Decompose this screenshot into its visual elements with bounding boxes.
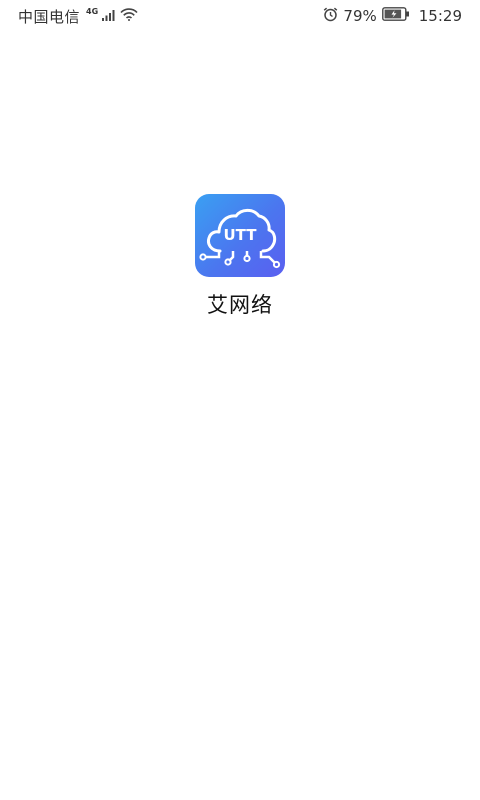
- splash-screen: 中国电信 4G 79% 15:29 UTT 艾网络: [0, 0, 480, 800]
- wifi-icon: [120, 7, 138, 25]
- battery-charging-icon: [381, 7, 410, 25]
- cloud-circuit-icon: UTT: [199, 208, 281, 269]
- battery-percentage: 79%: [343, 7, 377, 25]
- signal-bars-icon: [102, 7, 116, 25]
- network-type: 4G: [86, 6, 99, 16]
- app-name: 艾网络: [207, 293, 273, 317]
- status-bar-left: 中国电信 4G: [18, 6, 138, 26]
- status-bar-right: 79% 15:29: [323, 6, 462, 26]
- app-logo: UTT: [195, 194, 285, 277]
- alarm-clock-icon: [323, 7, 338, 26]
- status-time: 15:29: [418, 7, 462, 25]
- status-bar: 中国电信 4G 79% 15:29: [0, 0, 480, 32]
- carrier-name: 中国电信: [18, 7, 81, 26]
- logo-text: UTT: [224, 226, 258, 244]
